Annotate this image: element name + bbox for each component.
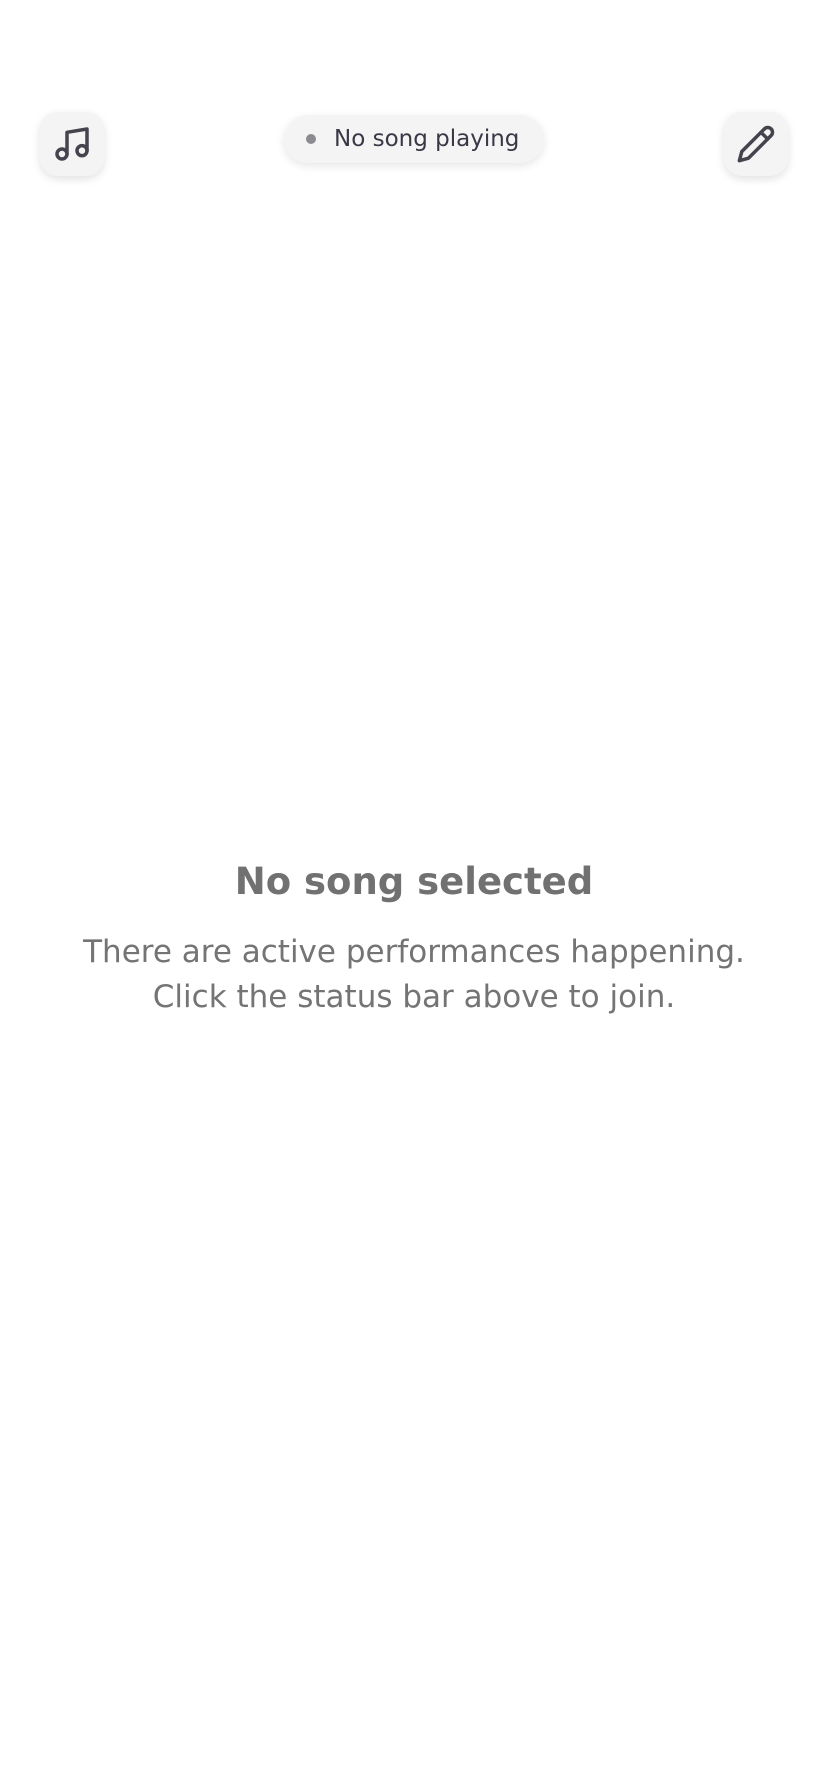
edit-button[interactable] (724, 112, 788, 176)
status-bar[interactable]: No song playing (284, 115, 544, 163)
pencil-icon (737, 125, 775, 163)
songs-button[interactable] (40, 112, 104, 176)
status-text: No song playing (334, 126, 520, 152)
empty-state-message: There are active performances happening.… (83, 934, 745, 1016)
music-note-icon (55, 127, 89, 161)
empty-state: No song selected There are active perfor… (40, 860, 788, 1020)
status-dot (306, 134, 316, 144)
empty-state-title: No song selected (234, 860, 594, 903)
